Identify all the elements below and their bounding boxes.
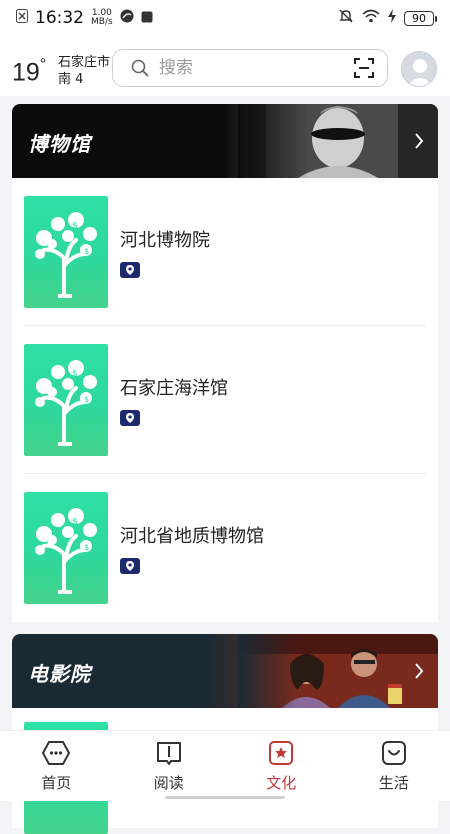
svg-text:$: $ (72, 369, 78, 379)
weather-location[interactable]: 石家庄市 南 4 (58, 54, 110, 88)
search-bar[interactable] (112, 49, 388, 87)
section-title-museum: 博物馆 (28, 132, 91, 156)
list-item[interactable]: $ $ 石家庄海洋馆 (24, 326, 426, 474)
nav-label-life: 生活 (378, 773, 409, 792)
content-area: 博物馆 $ $ 河北博物院 $ $ 石家庄海洋馆 $ $ 河北省地质博物馆 电影… (12, 104, 438, 834)
venue-name: 河北省地质博物馆 (120, 526, 264, 547)
weather-temperature[interactable]: 19° (12, 56, 47, 87)
nav-tab-home[interactable]: 首页 (16, 740, 96, 793)
status-bar: 16:32 1.00 MB/s 90 (0, 0, 450, 36)
app-notification-icon (120, 8, 134, 28)
network-speed: 1.00 MB/s (91, 9, 113, 27)
nav-label-culture: 文化 (266, 773, 297, 792)
chevron-right-icon (414, 132, 424, 154)
nav-label-read: 阅读 (153, 773, 184, 792)
svg-text:$: $ (84, 543, 89, 552)
nav-tab-life[interactable]: 生活 (354, 740, 434, 793)
status-time: 16:32 (35, 8, 84, 28)
venue-name: 石家庄海洋馆 (120, 377, 228, 399)
top-header: 19° 石家庄市 南 4 (0, 36, 450, 96)
svg-text:$: $ (72, 517, 78, 527)
venue-thumbnail: $ $ (24, 343, 108, 456)
svg-text:$: $ (84, 395, 89, 404)
culture-icon (269, 740, 294, 765)
degree-symbol: ° (39, 56, 47, 73)
nav-tab-culture[interactable]: 文化 (241, 740, 321, 793)
wind-info: 南 4 (58, 72, 84, 87)
bottom-navigation: 首页 阅读 文化 生活 (0, 730, 450, 801)
list-item[interactable]: $ $ 河北博物院 (24, 178, 426, 326)
search-icon (131, 59, 149, 77)
charging-icon (388, 8, 396, 28)
venue-thumbnail: $ $ (24, 492, 108, 604)
tree-logo-icon: $ $ (35, 359, 97, 446)
search-input[interactable] (157, 57, 341, 79)
avatar[interactable] (401, 51, 437, 87)
nav-tab-read[interactable]: 阅读 (129, 740, 209, 793)
list-item[interactable]: $ $ 河北省地质博物馆 (24, 474, 426, 622)
app-notification-icon-2 (141, 8, 153, 28)
statue-banner-image (238, 104, 438, 178)
svg-text:$: $ (72, 221, 78, 231)
location-badge-icon (120, 409, 140, 426)
close-app-icon (16, 8, 28, 28)
venue-thumbnail: $ $ (24, 195, 108, 308)
battery-indicator: 90 (404, 10, 437, 26)
tree-logo-icon: $ $ (35, 211, 97, 298)
cinema-banner-image (238, 634, 438, 708)
home-icon (42, 740, 71, 765)
venue-name: 河北博物院 (120, 229, 210, 251)
book-icon (156, 741, 181, 765)
user-avatar-icon (407, 59, 433, 86)
home-indicator (165, 796, 285, 799)
chevron-right-icon (414, 662, 424, 684)
svg-text:$: $ (84, 247, 89, 256)
section-title-cinema: 电影院 (28, 662, 91, 686)
museum-list: $ $ 河北博物院 $ $ 石家庄海洋馆 $ $ 河北省地质博物馆 (12, 178, 438, 622)
tree-logo-icon: $ $ (35, 508, 97, 594)
section-banner-cinema[interactable]: 电影院 (12, 634, 438, 708)
city-name: 石家庄市 (58, 55, 111, 70)
mute-bell-icon (338, 8, 354, 29)
scan-icon[interactable] (354, 58, 374, 78)
location-badge-icon (120, 261, 140, 278)
life-icon (381, 740, 406, 765)
nav-label-home: 首页 (41, 773, 72, 792)
network-speed-unit: MB/s (91, 17, 113, 27)
temperature-value: 19 (12, 58, 40, 87)
section-banner-museum[interactable]: 博物馆 (12, 104, 438, 178)
location-badge-icon (120, 558, 140, 574)
wifi-icon (362, 8, 380, 28)
